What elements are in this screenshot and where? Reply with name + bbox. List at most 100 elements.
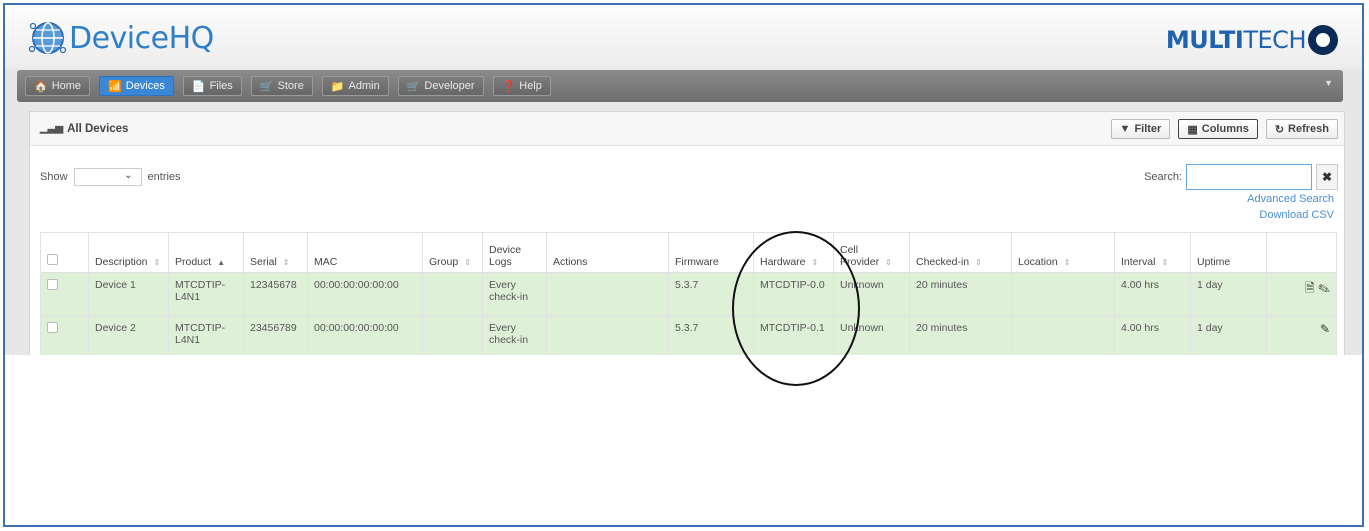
cell-product: MTCDTIP-L4N1 — [168, 315, 244, 355]
nav-developer[interactable]: 🛒 Developer — [397, 76, 484, 96]
header-label: Uptime — [1197, 256, 1231, 268]
row-checkbox[interactable] — [47, 322, 58, 333]
col-serial[interactable]: Serial ⇕ — [243, 232, 308, 273]
row-actions: ✎ — [1266, 315, 1337, 355]
sort-asc-icon: ▲ — [217, 258, 226, 267]
cell-checked-in: 20 minutes — [909, 272, 1012, 316]
globe-icon — [29, 22, 67, 54]
panel-toolbar: ▼ Filter ▦ Columns ↻ Refresh — [1110, 119, 1338, 139]
col-actions: Actions — [546, 232, 669, 273]
file-icon[interactable]: 🗎 — [1305, 281, 1315, 295]
refresh-label: Refresh — [1288, 123, 1329, 135]
cell-product: MTCDTIP-L4N1 — [168, 272, 244, 316]
nav-dropdown-icon[interactable]: ▼ — [1324, 78, 1333, 88]
nav-label: Admin — [348, 80, 380, 92]
header-label: Product — [175, 256, 212, 268]
col-description[interactable]: Description ⇕ — [88, 232, 169, 273]
sort-icon: ⇕ — [1161, 258, 1169, 267]
cell-interval: 4.00 hrs — [1114, 272, 1191, 316]
hardware-highlight-circle — [732, 231, 860, 386]
nav-devices[interactable]: 📶 Devices — [99, 76, 174, 96]
main-nav: 🏠 Home 📶 Devices 📄 Files 🛒 Store 📁 Admin 🛒 Dev… — [17, 70, 1343, 102]
brand-light: TECH — [1243, 26, 1306, 54]
nav-label: Developer — [424, 80, 475, 92]
col-uptime[interactable]: Uptime — [1190, 232, 1267, 273]
col-product[interactable]: Product ▲ — [168, 232, 244, 273]
nav-home[interactable]: 🏠 Home — [25, 76, 91, 96]
columns-label: Columns — [1201, 123, 1249, 135]
search-input[interactable] — [1186, 164, 1312, 190]
table-header-row: Description ⇕ Product ▲ Serial ⇕ MAC Group ⇕… — [40, 232, 1337, 273]
col-device-logs[interactable]: Device Logs — [482, 232, 547, 273]
header-label: Device Logs — [489, 244, 522, 268]
table-row[interactable]: Device 1 MTCDTIP-L4N1 12345678 00:00:00:… — [40, 272, 1337, 316]
sort-icon: ⇕ — [975, 258, 982, 267]
header-label: Interval — [1121, 256, 1156, 268]
nav-store[interactable]: 🛒 Store — [250, 76, 313, 96]
cell-location — [1011, 315, 1115, 355]
columns-icon: ▦ — [1187, 123, 1198, 136]
store-icon: 🛒 — [259, 80, 274, 93]
app-window: DeviceHQ MULTI TECH 🏠 Home 📶 Devices 📄 Files… — [5, 5, 1362, 355]
col-group[interactable]: Group ⇕ — [422, 232, 483, 273]
sort-icon: ⇕ — [153, 258, 161, 267]
header-label: Firmware — [675, 256, 719, 268]
filter-icon: ▼ — [1119, 123, 1131, 135]
sort-icon: ⇕ — [885, 258, 892, 267]
app-header: DeviceHQ MULTI TECH — [5, 5, 1362, 69]
help-icon: ❓ — [501, 80, 516, 93]
cell-group — [422, 272, 483, 316]
edit-icon[interactable]: ✎ — [1320, 322, 1330, 336]
cell-serial: 12345678 — [243, 272, 308, 316]
select-all-header[interactable] — [40, 232, 89, 273]
files-icon: 📄 — [191, 80, 206, 93]
col-interval[interactable]: Interval ⇕ — [1114, 232, 1191, 273]
screenshot-frame: DeviceHQ MULTI TECH 🏠 Home 📶 Devices 📄 Files… — [3, 3, 1364, 527]
cell-description: Device 1 — [88, 272, 169, 316]
nav-label: Store — [277, 80, 304, 92]
sort-icon: ⇕ — [282, 258, 290, 267]
sort-icon: ⇕ — [1063, 258, 1071, 267]
filter-label: Filter — [1134, 123, 1162, 135]
header-label: Serial — [250, 256, 277, 268]
table-row[interactable]: Device 2 MTCDTIP-L4N1 23456789 00:00:00:… — [40, 315, 1337, 355]
nav-help[interactable]: ❓ Help — [492, 76, 551, 96]
sort-icon: ⇕ — [464, 258, 471, 267]
clear-search-button[interactable]: ✖ — [1316, 164, 1338, 190]
refresh-icon: ↻ — [1274, 123, 1285, 136]
nav-label: Files — [209, 80, 233, 92]
cell-uptime: 1 day — [1190, 272, 1267, 316]
devices-table: Description ⇕ Product ▲ Serial ⇕ MAC Group ⇕… — [40, 232, 1337, 355]
cell-checked-in: 20 minutes — [909, 315, 1012, 355]
cell-serial: 23456789 — [243, 315, 308, 355]
download-csv-link[interactable]: Download CSV — [1259, 209, 1334, 221]
edit-icon[interactable]: ✎ — [1318, 281, 1330, 295]
nav-files[interactable]: 📄 Files — [182, 76, 242, 96]
cell-mac: 00:00:00:00:00:00 — [307, 272, 423, 316]
row-checkbox[interactable] — [47, 279, 58, 290]
refresh-button[interactable]: ↻ Refresh — [1265, 119, 1338, 139]
entries-select[interactable]: ⌄ — [73, 168, 142, 186]
header-label: Group — [429, 256, 459, 268]
page-length-control: Show ⌄ entries — [40, 168, 181, 186]
col-checked-in[interactable]: Checked-in ⇕ — [909, 232, 1012, 273]
cell-actions — [546, 315, 669, 355]
nav-admin[interactable]: 📁 Admin — [321, 76, 389, 96]
cell-logs: Every check-in — [482, 315, 547, 355]
col-mac[interactable]: MAC — [307, 232, 423, 273]
developer-icon: 🛒 — [406, 80, 421, 93]
devicehq-logo[interactable]: DeviceHQ — [29, 19, 214, 57]
header-label: MAC — [314, 256, 338, 268]
col-location[interactable]: Location ⇕ — [1011, 232, 1115, 273]
header-label: Description — [95, 256, 148, 268]
columns-button[interactable]: ▦ Columns — [1178, 119, 1258, 139]
row-actions: 🗎 ✎ — [1266, 272, 1337, 316]
header-label: Location — [1018, 256, 1058, 268]
filter-button[interactable]: ▼ Filter — [1110, 119, 1171, 139]
cell-actions — [546, 272, 669, 316]
show-label: Show — [40, 171, 68, 183]
nav-label: Home — [51, 80, 82, 92]
advanced-search-link[interactable]: Advanced Search — [1247, 193, 1334, 205]
select-all-checkbox[interactable] — [47, 254, 58, 265]
cell-uptime: 1 day — [1190, 315, 1267, 355]
